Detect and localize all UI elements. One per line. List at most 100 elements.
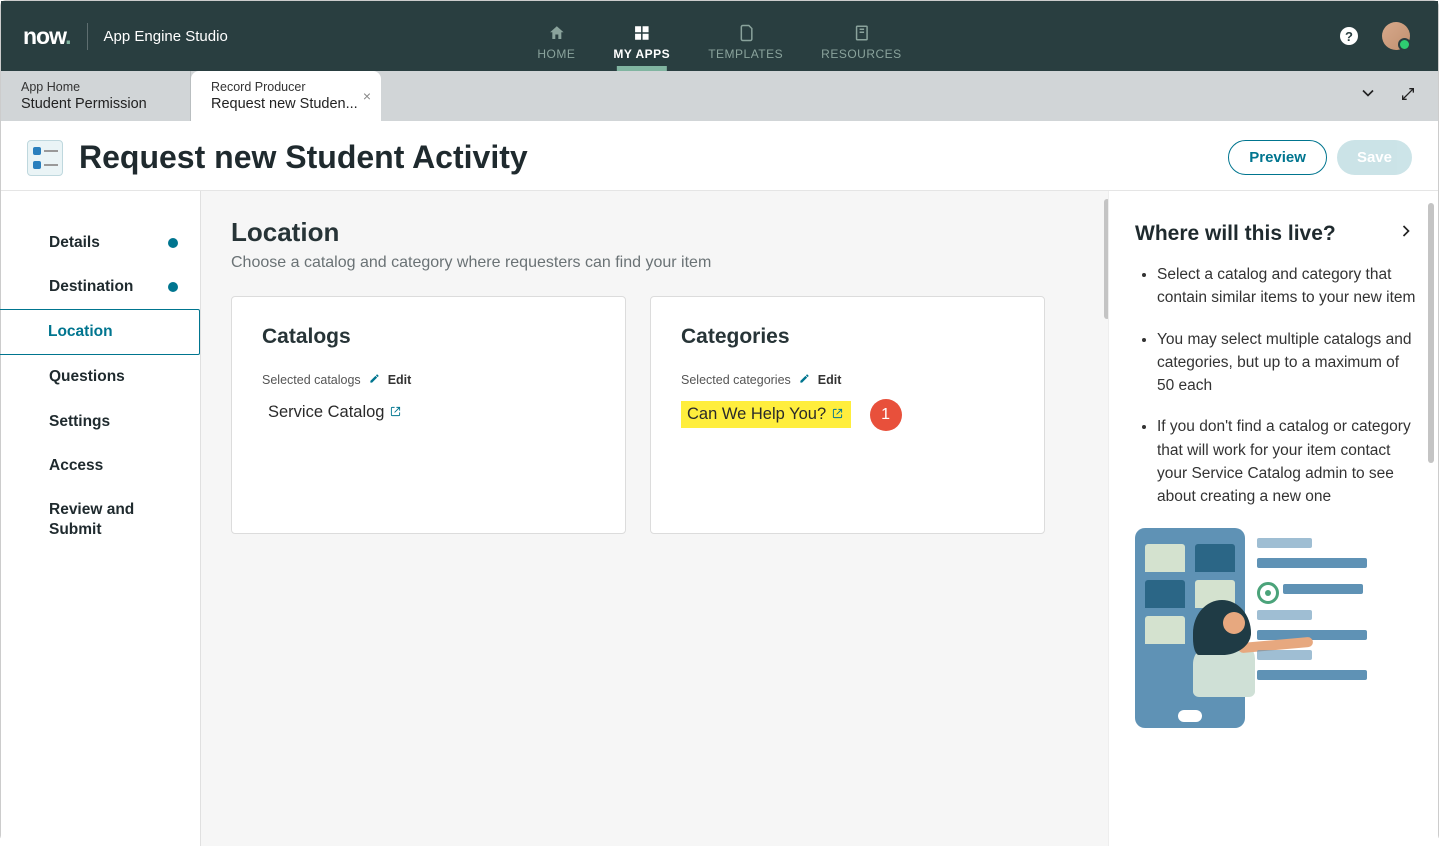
right-panel: Where will this live? Select a catalog a… <box>1108 191 1438 846</box>
catalogs-selected-row: Selected catalogs Edit <box>262 373 595 387</box>
expand-icon[interactable] <box>1400 86 1416 107</box>
tab-app-home-line1: App Home <box>21 80 170 94</box>
sidebar-location-label: Location <box>48 323 113 340</box>
categories-card-title: Categories <box>681 325 1014 349</box>
sidebar-item-review[interactable]: Review and Submit <box>1 488 200 552</box>
avatar[interactable] <box>1382 22 1410 50</box>
categories-sub-label: Selected categories <box>681 373 791 387</box>
external-link-icon <box>832 408 843 422</box>
tab-rp-line1: Record Producer <box>211 80 361 94</box>
brand-logo-dot: . <box>65 23 70 49</box>
topnav-templates-label: TEMPLATES <box>708 47 783 61</box>
illustration-phone <box>1135 528 1245 728</box>
scrollbar[interactable] <box>1428 203 1434 463</box>
catalogs-card: Catalogs Selected catalogs Edit Service … <box>231 296 626 534</box>
sidebar: Details Destination Location Questions S… <box>1 191 201 846</box>
pencil-icon[interactable] <box>369 373 380 387</box>
sidebar-questions-label: Questions <box>49 368 125 385</box>
catalog-item-row: Service Catalog <box>262 399 595 426</box>
sidebar-item-settings[interactable]: Settings <box>1 400 200 444</box>
sidebar-review-label: Review and Submit <box>49 501 134 538</box>
tab-app-home[interactable]: App Home Student Permission <box>1 71 191 121</box>
catalogs-sub-label: Selected catalogs <box>262 373 361 387</box>
resources-icon <box>851 23 871 43</box>
chevron-right-icon[interactable] <box>1396 221 1416 247</box>
folder-icon <box>1145 544 1185 572</box>
record-producer-icon <box>27 140 63 176</box>
topnav-templates[interactable]: TEMPLATES <box>708 1 783 71</box>
templates-icon <box>736 23 756 43</box>
bar-icon <box>1257 538 1312 548</box>
help-icon[interactable]: ? <box>1340 27 1358 45</box>
content-title: Location <box>231 217 1078 248</box>
bar-icon <box>1257 650 1312 660</box>
right-title: Where will this live? <box>1135 222 1336 246</box>
tab-strip: App Home Student Permission Record Produ… <box>1 71 1438 121</box>
topnav-home[interactable]: HOME <box>537 1 575 71</box>
category-item-row: Can We Help You? 1 <box>681 399 1014 431</box>
grid-icon <box>632 23 652 43</box>
status-dot-icon <box>168 282 178 292</box>
category-link-can-we-help-you[interactable]: Can We Help You? <box>681 401 851 428</box>
save-button: Save <box>1337 140 1412 175</box>
catalogs-edit-link[interactable]: Edit <box>388 373 412 387</box>
right-title-row: Where will this live? <box>1135 221 1416 247</box>
top-bar: now. App Engine Studio HOME MY APPS TEMP… <box>1 1 1438 71</box>
help-bullet-2: If you don't find a catalog or category … <box>1157 415 1416 508</box>
illustration <box>1135 528 1416 728</box>
sidebar-destination-label: Destination <box>49 278 133 295</box>
sidebar-item-destination[interactable]: Destination <box>1 265 200 309</box>
page-title: Request new Student Activity <box>79 139 528 176</box>
sidebar-settings-label: Settings <box>49 413 110 430</box>
categories-card: Categories Selected categories Edit Can … <box>650 296 1045 534</box>
sidebar-item-details[interactable]: Details <box>1 221 200 265</box>
catalog-link-text: Service Catalog <box>268 403 384 422</box>
external-link-icon <box>390 406 401 420</box>
sidebar-details-label: Details <box>49 234 100 251</box>
content: Location Choose a catalog and category w… <box>201 191 1108 846</box>
status-dot-icon <box>168 238 178 248</box>
main-area: Details Destination Location Questions S… <box>1 191 1438 846</box>
bar-icon <box>1257 558 1367 568</box>
catalog-link-service-catalog[interactable]: Service Catalog <box>262 399 409 426</box>
top-nav: HOME MY APPS TEMPLATES RESOURCES <box>537 1 901 71</box>
tab-record-producer[interactable]: Record Producer Request new Studen... × <box>191 71 381 121</box>
page-header: Request new Student Activity Preview Sav… <box>1 121 1438 191</box>
folder-icon <box>1145 616 1185 644</box>
header-actions: Preview Save <box>1228 140 1412 175</box>
brand-logo[interactable]: now. <box>23 23 88 50</box>
top-right: ? <box>1340 22 1438 50</box>
bar-icon <box>1283 584 1363 594</box>
phone-home-icon <box>1178 710 1202 722</box>
folder-icon <box>1145 580 1185 608</box>
cards-row: Catalogs Selected catalogs Edit Service … <box>231 296 1078 534</box>
content-subtitle: Choose a catalog and category where requ… <box>231 254 1078 272</box>
preview-button[interactable]: Preview <box>1228 140 1327 175</box>
product-name: App Engine Studio <box>88 28 228 45</box>
pencil-icon[interactable] <box>799 373 810 387</box>
tabstrip-right <box>1358 71 1438 121</box>
sidebar-item-location[interactable]: Location <box>0 309 200 355</box>
help-bullet-1: You may select multiple catalogs and cat… <box>1157 328 1416 398</box>
bar-icon <box>1257 610 1312 620</box>
brand-wrap: now. App Engine Studio <box>1 23 228 50</box>
categories-edit-link[interactable]: Edit <box>818 373 842 387</box>
category-link-text: Can We Help You? <box>687 405 826 424</box>
folder-icon <box>1195 544 1235 572</box>
topnav-home-label: HOME <box>537 47 575 61</box>
sidebar-item-questions[interactable]: Questions <box>1 355 200 399</box>
right-help-list: Select a catalog and category that conta… <box>1135 263 1416 508</box>
help-bullet-0: Select a catalog and category that conta… <box>1157 263 1416 310</box>
close-icon[interactable]: × <box>363 88 371 104</box>
topnav-resources[interactable]: RESOURCES <box>821 1 902 71</box>
chevron-down-icon[interactable] <box>1358 83 1378 109</box>
tab-app-home-line2: Student Permission <box>21 96 170 112</box>
topnav-myapps[interactable]: MY APPS <box>613 1 670 71</box>
tab-rp-line2: Request new Studen... <box>211 96 361 112</box>
catalogs-card-title: Catalogs <box>262 325 595 349</box>
sidebar-access-label: Access <box>49 457 103 474</box>
categories-selected-row: Selected categories Edit <box>681 373 1014 387</box>
annotation-badge: 1 <box>870 399 902 431</box>
sidebar-item-access[interactable]: Access <box>1 444 200 488</box>
topnav-resources-label: RESOURCES <box>821 47 902 61</box>
